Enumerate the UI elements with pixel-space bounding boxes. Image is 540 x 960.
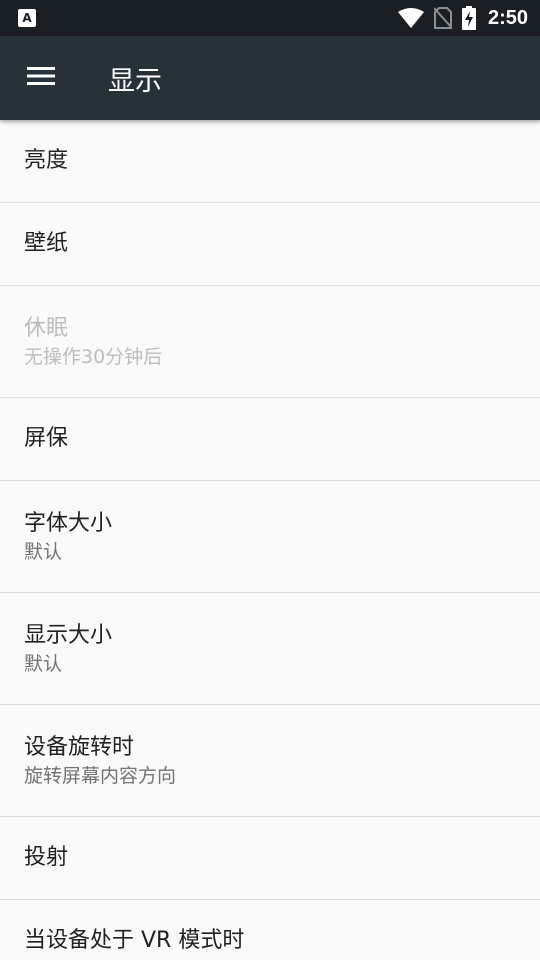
setting-wallpaper[interactable]: 壁纸 [0, 203, 540, 286]
settings-list: 亮度 壁纸 休眠 无操作30分钟后 屏保 字体大小 默认 显示大小 默认 设备旋… [0, 120, 540, 960]
status-clock: 2:50 [487, 6, 528, 29]
setting-title: 投射 [24, 845, 69, 870]
setting-title: 屏保 [24, 426, 69, 451]
setting-cast[interactable]: 投射 [0, 817, 540, 900]
setting-title: 亮度 [24, 148, 69, 173]
setting-brightness[interactable]: 亮度 [0, 120, 540, 203]
setting-summary: 默认 [24, 652, 63, 675]
wifi-icon [397, 8, 424, 28]
setting-summary: 旋转屏幕内容方向 [24, 764, 177, 787]
setting-title: 设备旋转时 [24, 734, 135, 760]
hamburger-menu-icon [27, 65, 57, 91]
setting-display-size[interactable]: 显示大小 默认 [0, 593, 540, 705]
setting-screensaver[interactable]: 屏保 [0, 398, 540, 481]
setting-title: 字体大小 [24, 510, 113, 536]
setting-title: 休眠 [24, 315, 69, 341]
notification-app-icon: A [18, 9, 36, 27]
setting-title: 壁纸 [24, 231, 69, 256]
setting-vr-mode[interactable]: 当设备处于 VR 模式时 [0, 900, 540, 960]
setting-summary: 无操作30分钟后 [24, 345, 163, 368]
app-bar: 显示 [0, 36, 540, 120]
setting-sleep: 休眠 无操作30分钟后 [0, 286, 540, 398]
battery-charging-icon [461, 6, 476, 30]
navigation-menu-button[interactable] [0, 36, 84, 120]
setting-title: 显示大小 [24, 622, 113, 648]
setting-summary: 默认 [24, 540, 63, 563]
status-bar: A 2:50 [0, 0, 540, 36]
setting-font-size[interactable]: 字体大小 默认 [0, 481, 540, 593]
page-title: 显示 [108, 65, 162, 97]
no-sim-icon [433, 7, 452, 29]
setting-title: 当设备处于 VR 模式时 [24, 928, 245, 953]
setting-auto-rotate[interactable]: 设备旋转时 旋转屏幕内容方向 [0, 705, 540, 817]
